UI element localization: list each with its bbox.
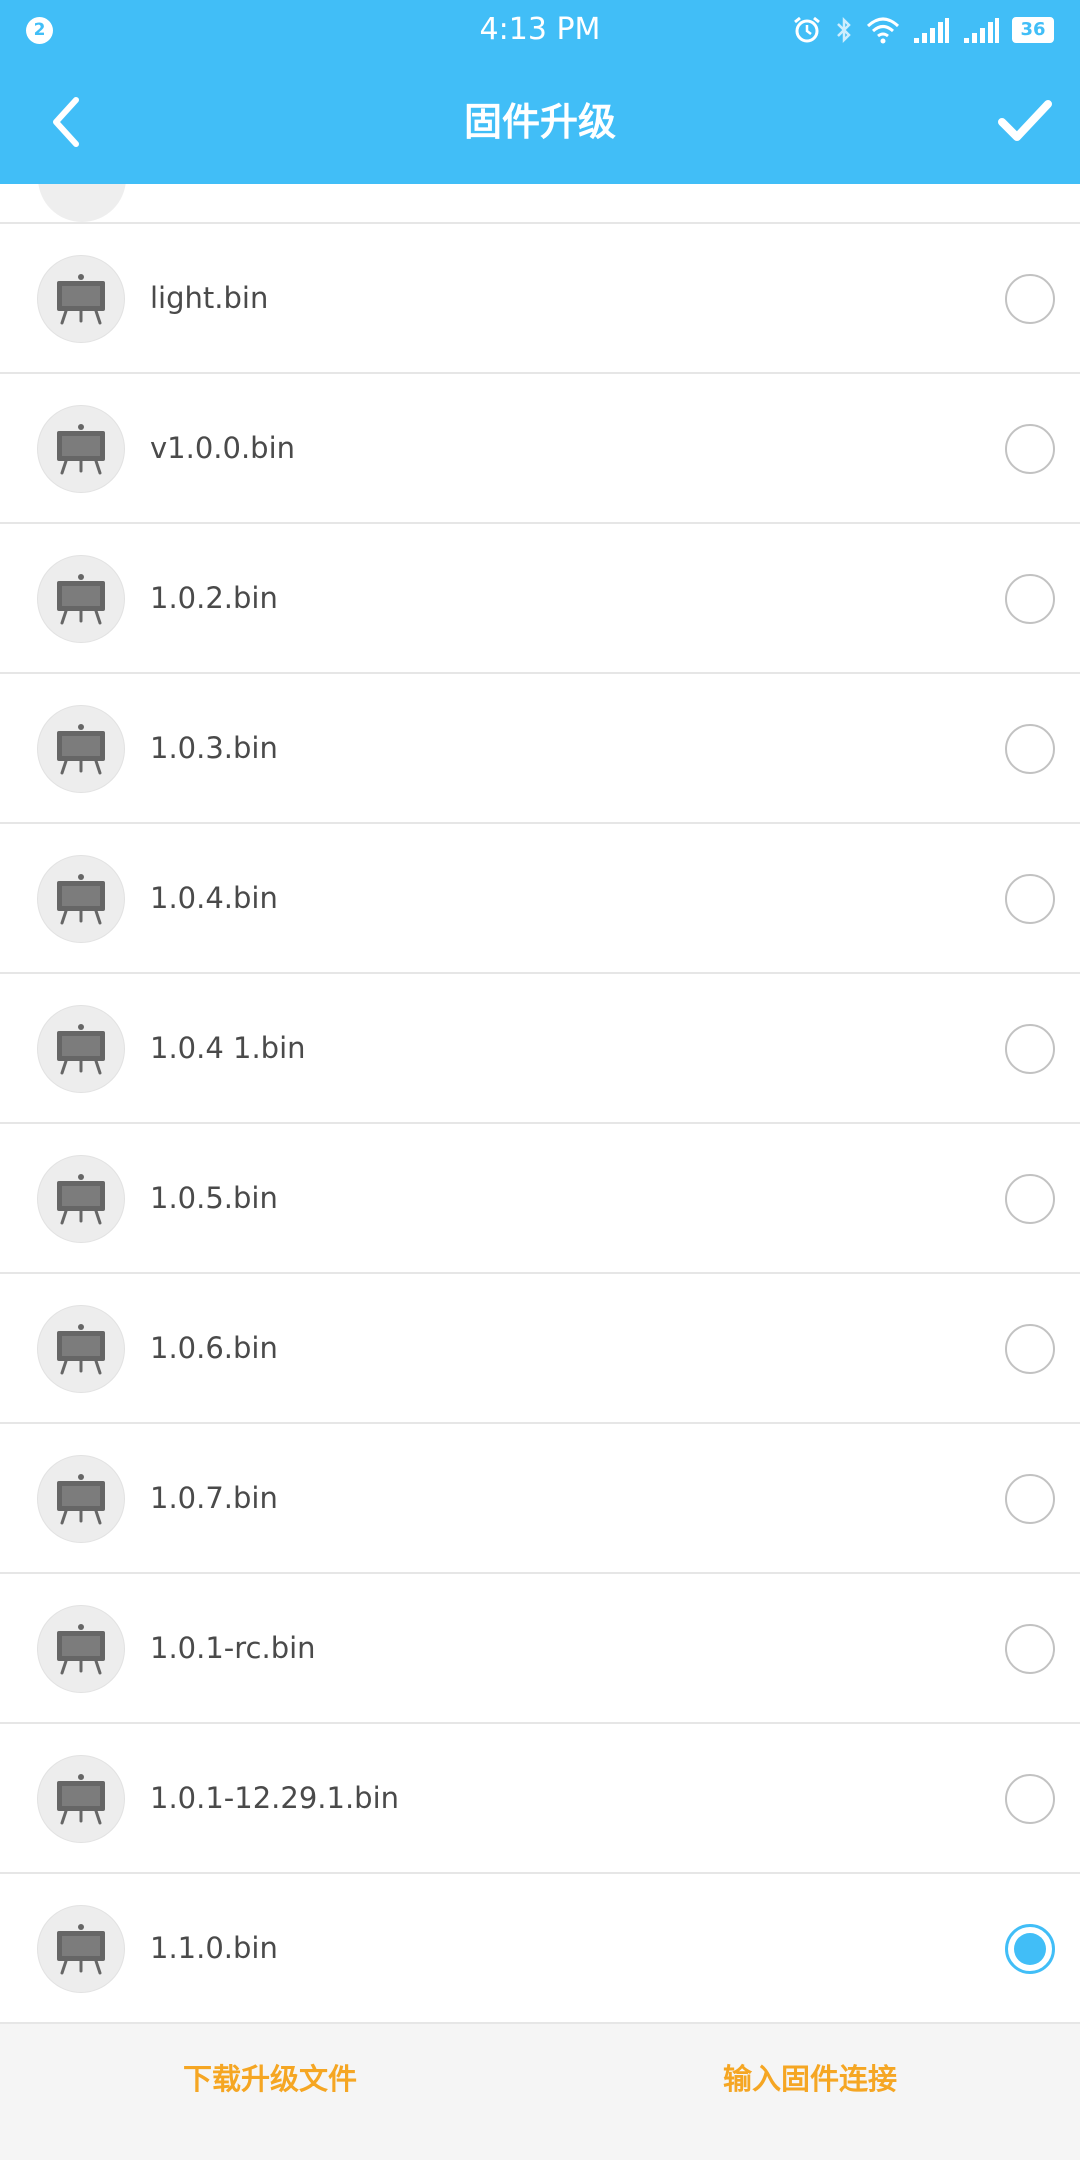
bottom-action-bar: 下载升级文件 输入固件连接 xyxy=(0,2024,1080,2160)
list-item[interactable]: v1.0.0.bin xyxy=(0,374,1080,524)
list-item[interactable]: 1.0.4 1.bin xyxy=(0,974,1080,1124)
file-avatar xyxy=(37,555,125,643)
list-item[interactable]: 1.1.0.bin xyxy=(0,1874,1080,2024)
file-avatar xyxy=(37,1455,125,1543)
easel-board-icon xyxy=(57,874,105,925)
file-name: 1.0.1-12.29.1.bin xyxy=(150,1781,400,1815)
easel-board-icon xyxy=(57,1774,105,1825)
file-name: 1.0.3.bin xyxy=(150,731,278,765)
check-icon xyxy=(998,100,1052,141)
easel-board-icon xyxy=(57,574,105,625)
file-avatar xyxy=(37,1755,125,1843)
radio-button[interactable] xyxy=(1005,424,1055,474)
file-avatar xyxy=(37,255,125,343)
radio-button[interactable] xyxy=(1005,724,1055,774)
radio-button[interactable] xyxy=(1005,1624,1055,1674)
radio-button[interactable] xyxy=(1005,1174,1055,1224)
download-upgrade-file-button[interactable]: 下载升级文件 xyxy=(0,2024,540,2160)
file-name: 1.0.1-rc.bin xyxy=(150,1631,316,1665)
file-avatar xyxy=(37,1305,125,1393)
status-icons: 36 xyxy=(792,14,1054,46)
status-bar: 2 4:13 PM 36 xyxy=(0,0,1080,60)
list-item[interactable]: light.bin xyxy=(0,224,1080,374)
file-name: 1.1.0.bin xyxy=(150,1931,278,1965)
file-name: 1.0.4.bin xyxy=(150,881,278,915)
easel-board-icon xyxy=(57,1474,105,1525)
radio-button[interactable] xyxy=(1005,874,1055,924)
file-name: 1.0.2.bin xyxy=(150,581,278,615)
list-item[interactable]: 1.0.1-rc.bin xyxy=(0,1574,1080,1724)
radio-button-selected[interactable] xyxy=(1005,1924,1055,1974)
signal-2-icon xyxy=(964,18,999,43)
file-name: light.bin xyxy=(150,281,269,315)
list-item[interactable]: 1.0.3.bin xyxy=(0,674,1080,824)
alarm-icon xyxy=(794,16,820,43)
file-name: 1.0.4 1.bin xyxy=(150,1031,306,1065)
easel-board-icon xyxy=(38,184,126,222)
firmware-list[interactable]: light.bin v1.0.0.bin 1.0.2.bin 1.0.3.bin 1.0… xyxy=(0,184,1080,2024)
easel-board-icon xyxy=(57,274,105,325)
file-avatar xyxy=(37,1905,125,1993)
easel-board-icon xyxy=(57,1324,105,1375)
easel-board-icon xyxy=(57,424,105,475)
signal-icon xyxy=(914,18,949,43)
easel-board-icon xyxy=(57,1624,105,1675)
app-bar: 固件升级 xyxy=(0,60,1080,184)
radio-button[interactable] xyxy=(1005,1024,1055,1074)
wifi-icon xyxy=(866,17,900,44)
file-avatar xyxy=(37,405,125,493)
file-avatar xyxy=(37,1605,125,1693)
list-item[interactable]: 1.0.4.bin xyxy=(0,824,1080,974)
easel-board-icon xyxy=(57,1924,105,1975)
list-item[interactable]: 1.0.2.bin xyxy=(0,524,1080,674)
easel-board-icon xyxy=(57,1174,105,1225)
input-firmware-link-button[interactable]: 输入固件连接 xyxy=(540,2024,1080,2160)
list-item[interactable]: 1.0.6.bin xyxy=(0,1274,1080,1424)
radio-button[interactable] xyxy=(1005,1774,1055,1824)
battery-icon: 36 xyxy=(1012,17,1054,43)
file-name: 1.0.6.bin xyxy=(150,1331,278,1365)
file-avatar xyxy=(37,855,125,943)
file-avatar xyxy=(37,1155,125,1243)
file-avatar xyxy=(37,705,125,793)
confirm-button[interactable] xyxy=(990,86,1060,156)
file-name: 1.0.7.bin xyxy=(150,1481,278,1515)
file-name: v1.0.0.bin xyxy=(150,431,296,465)
page-title: 固件升级 xyxy=(463,100,616,144)
list-item[interactable]: 1.0.5.bin xyxy=(0,1124,1080,1274)
radio-button[interactable] xyxy=(1005,274,1055,324)
easel-board-icon xyxy=(57,1024,105,1075)
list-item[interactable]: 1.0.7.bin xyxy=(0,1424,1080,1574)
radio-button[interactable] xyxy=(1005,574,1055,624)
list-item[interactable]: 1.0.1-12.29.1.bin xyxy=(0,1724,1080,1874)
list-item-partial xyxy=(0,184,1080,224)
easel-board-icon xyxy=(57,724,105,775)
file-name: 1.0.5.bin xyxy=(150,1181,278,1215)
radio-button[interactable] xyxy=(1005,1474,1055,1524)
bluetooth-icon xyxy=(837,16,851,44)
radio-button[interactable] xyxy=(1005,1324,1055,1374)
file-avatar xyxy=(37,1005,125,1093)
